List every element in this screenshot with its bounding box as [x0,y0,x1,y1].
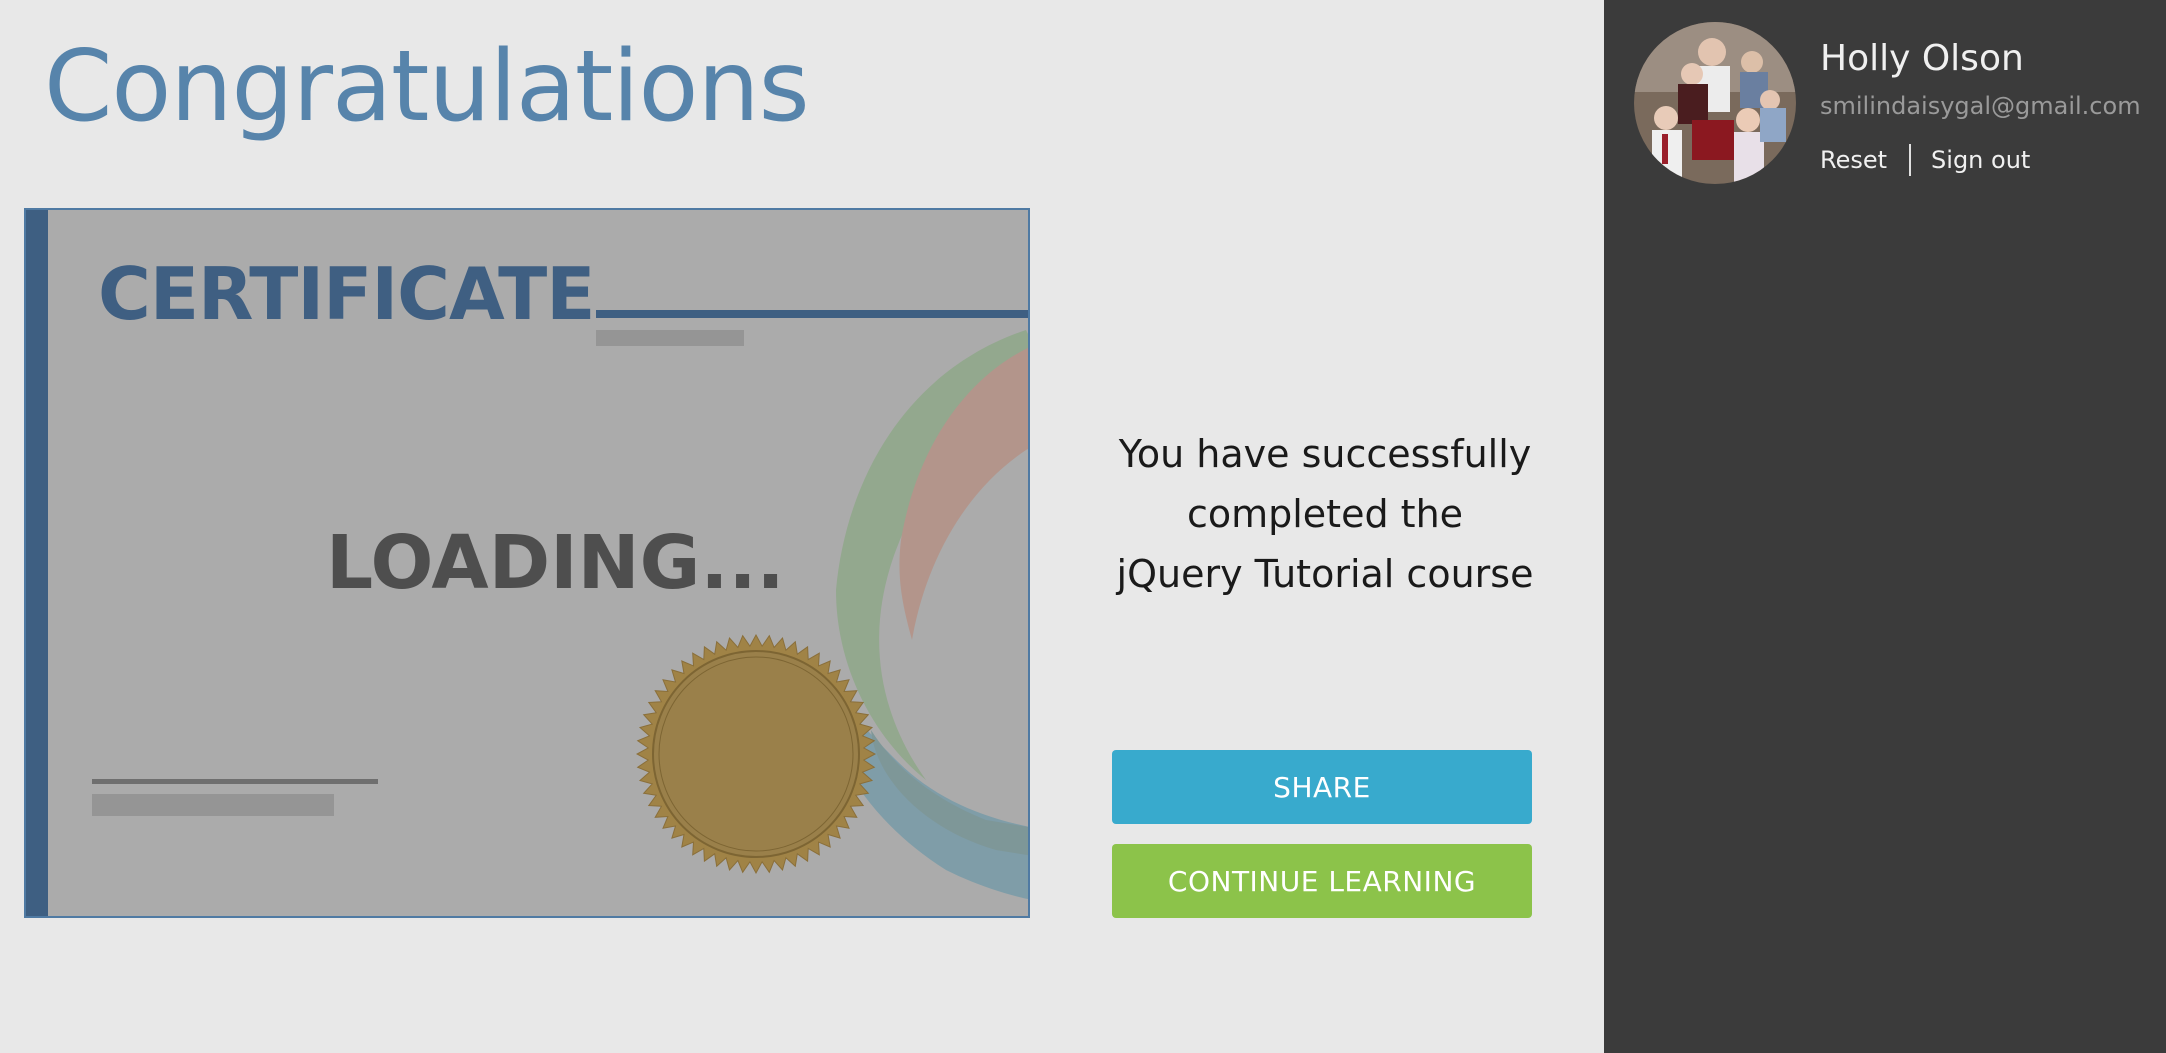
certificate-heading: CERTIFICATE [98,252,595,336]
certificate-spine [26,210,48,916]
completion-line: jQuery Tutorial course [1116,552,1534,596]
user-sidebar: Holly Olson smilindaisygal@gmail.com Res… [1604,0,2166,1053]
completion-line: You have successfully [1118,432,1532,476]
link-divider [1909,144,1912,176]
sign-out-link[interactable]: Sign out [1931,146,2030,174]
user-email: smilindaisygal@gmail.com [1820,92,2141,120]
certificate-title-rule [596,310,1028,318]
certificate-signature-placeholder [92,794,334,816]
completion-line: completed the [1186,492,1464,536]
avatar [1634,22,1796,184]
certificate-loading-text: LOADING... [326,520,785,606]
completion-message: You have successfully completed the jQue… [1110,424,1540,604]
certificate-seal-icon [636,634,876,874]
reset-link[interactable]: Reset [1820,146,1887,174]
main-content: Congratulations CERTIFICATE LOADING... Y… [0,0,1604,1053]
certificate-preview: CERTIFICATE LOADING... [24,208,1030,918]
user-name: Holly Olson [1820,38,2024,79]
family-photo-avatar-icon [1634,22,1796,184]
share-button[interactable]: SHARE [1112,750,1532,824]
continue-learning-button[interactable]: CONTINUE LEARNING [1112,844,1532,918]
account-links: Reset Sign out [1820,144,2030,176]
certificate-subtitle-placeholder [596,330,744,346]
certificate-signature-line [92,779,378,784]
page-title: Congratulations [44,30,810,144]
